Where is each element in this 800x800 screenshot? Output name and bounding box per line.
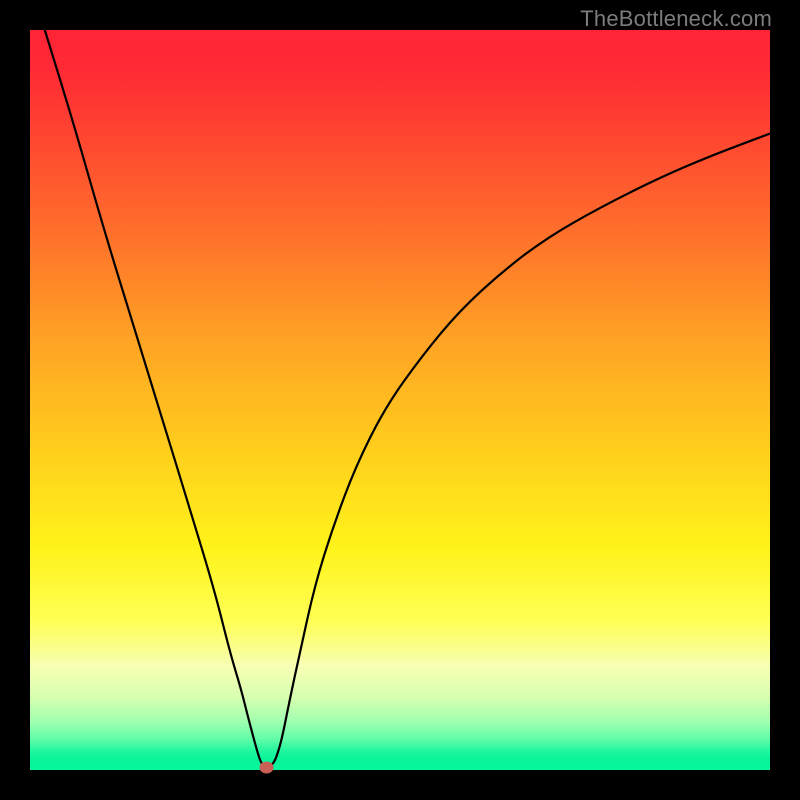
plot-area [30, 30, 770, 770]
bottleneck-curve [30, 30, 770, 770]
optimum-marker [260, 762, 273, 773]
watermark: TheBottleneck.com [580, 6, 772, 32]
chart-frame: TheBottleneck.com [0, 0, 800, 800]
